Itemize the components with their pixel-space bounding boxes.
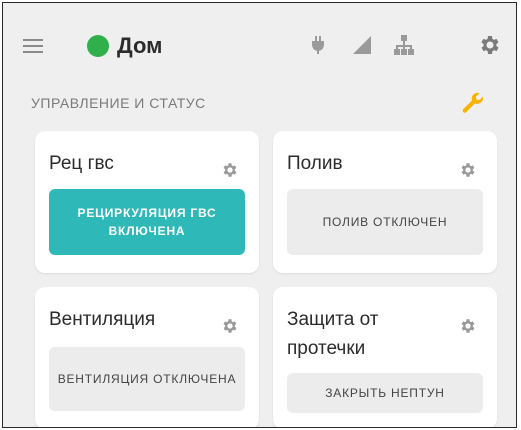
signal-icon[interactable] <box>350 33 374 57</box>
card-watering: Полив ПОЛИВ ОТКЛЮЧЕН <box>273 131 497 273</box>
close-neptun-button[interactable]: ЗАКРЫТЬ НЕПТУН <box>287 373 483 413</box>
watering-status-button[interactable]: ПОЛИВ ОТКЛЮЧЕН <box>287 189 483 255</box>
ventilation-status-button[interactable]: ВЕНТИЛЯЦИЯ ОТКЛЮЧЕНА <box>49 347 245 411</box>
wrench-icon[interactable] <box>459 89 487 117</box>
section-title: УПРАВЛЕНИЕ И СТАТУС <box>31 95 206 111</box>
network-icon[interactable] <box>392 33 416 57</box>
menu-icon[interactable] <box>23 39 43 53</box>
status-indicator <box>87 35 109 57</box>
gear-icon[interactable] <box>221 317 239 335</box>
gear-icon[interactable] <box>221 161 239 179</box>
card-title: Защита от протечки <box>287 309 379 359</box>
gear-icon[interactable] <box>459 161 477 179</box>
card-rec-gvs: Рец гвс РЕЦИРКУЛЯЦИЯ ГВС ВКЛЮЧЕНА <box>35 131 259 273</box>
card-title: Рец гвс <box>49 153 114 174</box>
top-bar: Дом <box>3 3 516 83</box>
gear-icon[interactable] <box>459 317 477 335</box>
card-ventilation: Вентиляция ВЕНТИЛЯЦИЯ ОТКЛЮЧЕНА <box>35 287 259 427</box>
card-title: Вентиляция <box>49 309 156 330</box>
app-window: Дом УПРАВЛЕНИЕ И СТАТУС Рец гвс РЕЦИРКУЛ… <box>2 2 517 428</box>
settings-icon[interactable] <box>478 33 502 57</box>
page-title: Дом <box>117 33 163 58</box>
card-title: Полив <box>287 153 343 174</box>
recirculation-status-button[interactable]: РЕЦИРКУЛЯЦИЯ ГВС ВКЛЮЧЕНА <box>49 189 245 255</box>
card-leak-protection: Защита от протечки ЗАКРЫТЬ НЕПТУН <box>273 287 497 427</box>
plug-icon[interactable] <box>306 33 330 57</box>
